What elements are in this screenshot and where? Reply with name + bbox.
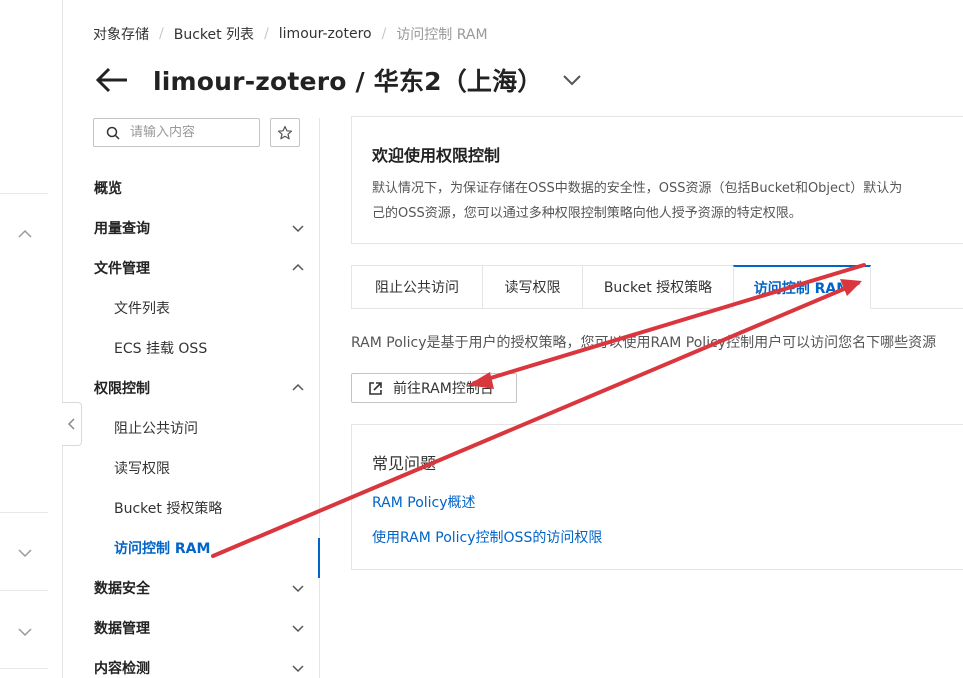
welcome-title: 欢迎使用权限控制 <box>372 146 501 165</box>
sidebar-item-content-detection[interactable]: 内容检测 <box>63 648 320 678</box>
chevron-up-icon[interactable] <box>17 226 33 242</box>
breadcrumb-item[interactable]: 对象存储 <box>93 24 149 44</box>
sidebar: 概览 用量查询 文件管理 文件列表 ECS 挂载 OSS 权限控制 阻止公共访问… <box>63 118 320 678</box>
sidebar-item-access-control[interactable]: 权限控制 <box>63 368 320 408</box>
tab-acl[interactable]: 读写权限 <box>482 265 582 309</box>
sidebar-item-label: 概览 <box>94 181 122 197</box>
sidebar-item-label: 文件管理 <box>94 261 150 277</box>
breadcrumb: 对象存储 / Bucket 列表 / limour-zotero / 访问控制 … <box>93 24 488 44</box>
back-arrow-icon[interactable] <box>95 67 129 93</box>
sidebar-item-file-list[interactable]: 文件列表 <box>63 288 320 328</box>
sidebar-item-usage[interactable]: 用量查询 <box>63 208 320 248</box>
sidebar-item-overview[interactable]: 概览 <box>63 168 320 208</box>
breadcrumb-item[interactable]: Bucket 列表 <box>174 24 254 44</box>
sidebar-search[interactable] <box>93 118 260 147</box>
sidebar-item-label: 数据管理 <box>94 621 150 637</box>
button-label: 前往RAM控制台 <box>393 381 494 397</box>
rail-divider <box>0 512 48 513</box>
sidebar-item-label: Bucket 授权策略 <box>114 501 223 517</box>
rail-divider <box>0 590 48 591</box>
welcome-card: 欢迎使用权限控制 默认情况下，为保证存储在OSS中数据的安全性，OSS资源（包括… <box>351 116 963 244</box>
sidebar-item-label: 数据安全 <box>94 581 150 597</box>
page-title: limour-zotero / 华东2（上海） <box>153 67 543 96</box>
chevron-down-icon <box>292 225 304 233</box>
tab-bucket-policy[interactable]: Bucket 授权策略 <box>582 265 733 309</box>
rail-divider <box>0 193 48 194</box>
chevron-down-icon <box>292 625 304 633</box>
tab-underline <box>870 308 963 309</box>
sidebar-item-bucket-policy[interactable]: Bucket 授权策略 <box>63 488 320 528</box>
breadcrumb-separator: / <box>264 26 269 42</box>
tab-ram[interactable]: 访问控制 RAM <box>733 265 871 309</box>
sidebar-item-data-security[interactable]: 数据安全 <box>63 568 320 608</box>
sidebar-item-label: 文件列表 <box>114 301 170 317</box>
page-header: limour-zotero / 华东2（上海） <box>95 62 583 98</box>
faq-title: 常见问题 <box>372 454 437 473</box>
chevron-down-icon[interactable] <box>17 545 33 561</box>
app-root: 对象存储 / Bucket 列表 / limour-zotero / 访问控制 … <box>0 0 963 678</box>
chevron-down-icon[interactable] <box>561 69 583 91</box>
favorite-button[interactable] <box>270 118 300 147</box>
breadcrumb-separator: / <box>159 26 164 42</box>
welcome-line: 默认情况下，为保证存储在OSS中数据的安全性，OSS资源（包括Bucket和Ob… <box>372 181 903 196</box>
sidebar-item-label: 用量查询 <box>94 221 150 237</box>
chevron-up-icon <box>292 263 304 271</box>
left-rail <box>0 0 63 678</box>
sidebar-item-label: 权限控制 <box>94 381 150 397</box>
chevron-down-icon <box>292 665 304 673</box>
rail-divider <box>0 668 48 669</box>
sidebar-item-label: 内容检测 <box>94 661 150 677</box>
tab-bar: 阻止公共访问 读写权限 Bucket 授权策略 访问控制 RAM <box>351 265 871 309</box>
welcome-line: 己的OSS资源，您可以通过多种权限控制策略向他人授予资源的特定权限。 <box>372 206 802 221</box>
sidebar-nav: 概览 用量查询 文件管理 文件列表 ECS 挂载 OSS 权限控制 阻止公共访问… <box>63 168 320 678</box>
welcome-description: 默认情况下，为保证存储在OSS中数据的安全性，OSS资源（包括Bucket和Ob… <box>372 176 963 226</box>
sidebar-item-ecs-mount[interactable]: ECS 挂载 OSS <box>63 328 320 368</box>
star-icon <box>277 125 293 139</box>
sidebar-item-label: ECS 挂载 OSS <box>114 341 208 357</box>
search-icon <box>106 126 120 140</box>
chevron-down-icon[interactable] <box>17 624 33 640</box>
sidebar-item-file-management[interactable]: 文件管理 <box>63 248 320 288</box>
sidebar-item-ram[interactable]: 访问控制 RAM <box>63 528 320 578</box>
sidebar-item-label: 访问控制 RAM <box>114 541 211 557</box>
sidebar-item-acl[interactable]: 读写权限 <box>63 448 320 488</box>
sidebar-item-block-public-access[interactable]: 阻止公共访问 <box>63 408 320 448</box>
chevron-up-icon <box>292 383 304 391</box>
faq-link[interactable]: 使用RAM Policy控制OSS的访问权限 <box>372 527 602 547</box>
faq-link[interactable]: RAM Policy概述 <box>372 492 476 512</box>
external-link-icon <box>369 381 382 395</box>
breadcrumb-current: 访问控制 RAM <box>396 27 488 43</box>
go-to-ram-console-button[interactable]: 前往RAM控制台 <box>351 373 517 403</box>
breadcrumb-separator: / <box>381 26 387 42</box>
tab-block-public-access[interactable]: 阻止公共访问 <box>351 265 482 309</box>
search-input[interactable] <box>130 125 250 140</box>
sidebar-item-data-management[interactable]: 数据管理 <box>63 608 320 648</box>
sidebar-item-label: 读写权限 <box>114 461 170 477</box>
sidebar-item-label: 阻止公共访问 <box>114 421 198 437</box>
chevron-down-icon <box>292 585 304 593</box>
faq-card: 常见问题 RAM Policy概述 使用RAM Policy控制OSS的访问权限 <box>351 424 963 570</box>
ram-description: RAM Policy是基于用户的授权策略，您可以使用RAM Policy控制用户… <box>351 335 937 351</box>
breadcrumb-item[interactable]: limour-zotero <box>279 26 372 42</box>
